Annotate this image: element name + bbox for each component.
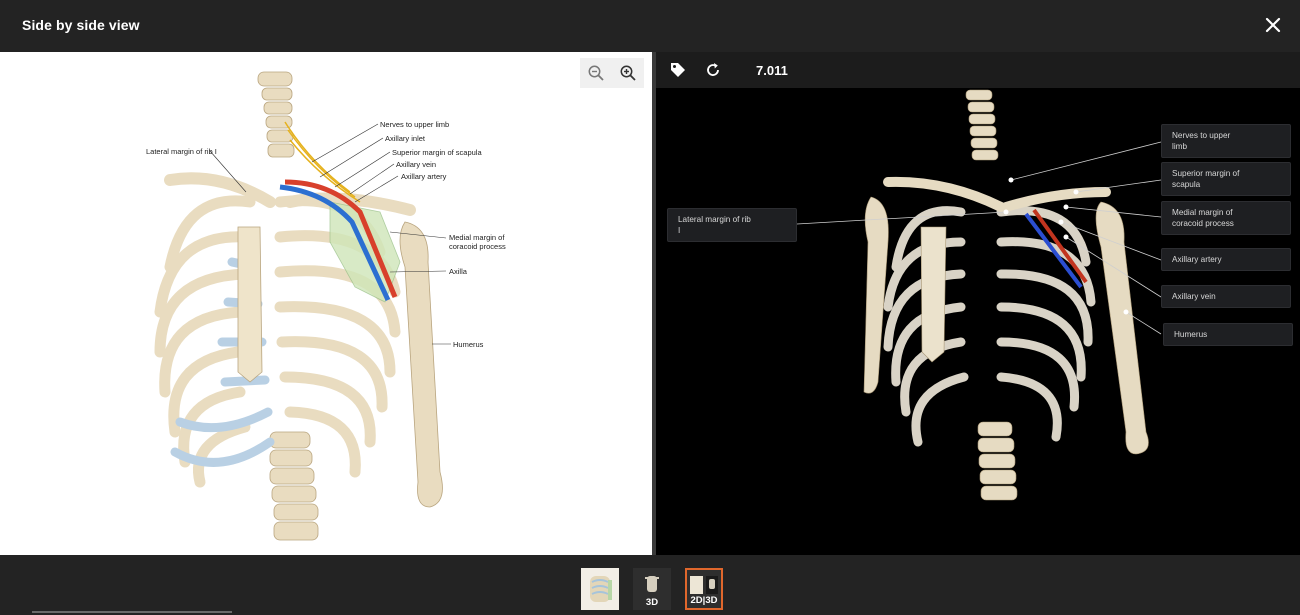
callout-text: Axillary artery bbox=[1172, 255, 1222, 264]
thumbnail-2d[interactable] bbox=[581, 568, 619, 610]
thumbnail-2d3d-selected[interactable]: 2D|3D bbox=[685, 568, 723, 610]
close-icon[interactable] bbox=[1262, 14, 1284, 36]
reset-view-icon[interactable] bbox=[704, 61, 722, 79]
label-lateral-margin-of-rib: Lateral margin of rib I bbox=[146, 147, 217, 156]
callout-text-line1: Superior margin of bbox=[1172, 169, 1240, 178]
callout-text-line2: limb bbox=[1172, 142, 1188, 151]
3d-thumbnail-image bbox=[645, 576, 659, 592]
model-toolbar: 7.011 bbox=[656, 52, 1300, 88]
label-axillary-artery: Axillary artery bbox=[401, 172, 447, 181]
label-humerus: Humerus bbox=[453, 340, 484, 349]
callout-text: Humerus bbox=[1174, 330, 1208, 339]
2d-thumbnail-image bbox=[590, 576, 612, 602]
view-switcher-bar: 3D 2D|3D bbox=[0, 555, 1300, 613]
zoom-in-icon[interactable] bbox=[619, 64, 637, 82]
header-bar: Side by side view bbox=[0, 0, 1300, 52]
callout-axillary-vein[interactable]: Axillary vein bbox=[1161, 285, 1291, 308]
label-nerves-to-upper-limb: Nerves to upper limb bbox=[380, 120, 450, 129]
thorax-illustration bbox=[154, 71, 451, 541]
label-medial-margin-line1: Medial margin of bbox=[449, 233, 505, 242]
label-medial-margin-line2: coracoid process bbox=[449, 242, 506, 251]
thumbnail-3d[interactable]: 3D bbox=[633, 568, 671, 610]
illustration-panel: Nerves to upper limb Axillary inlet Supe… bbox=[0, 52, 652, 555]
callout-nerves-to-upper-limb[interactable]: Nerves to upper limb bbox=[1161, 124, 1291, 158]
callout-medial-margin-of-coracoid[interactable]: Medial margin of coracoid process bbox=[1161, 201, 1291, 235]
label-axilla: Axilla bbox=[449, 267, 467, 276]
zoom-controls bbox=[580, 58, 644, 88]
callout-superior-margin-of-scapula[interactable]: Superior margin of scapula bbox=[1161, 162, 1291, 196]
callout-text-line2: coracoid process bbox=[1172, 219, 1234, 228]
tag-icon[interactable] bbox=[669, 61, 687, 79]
thumbnail-3d-label: 3D bbox=[645, 597, 659, 608]
callout-text-line2: scapula bbox=[1172, 180, 1201, 189]
callout-text-line1: Medial margin of bbox=[1172, 208, 1233, 217]
callout-text-line2: I bbox=[678, 226, 681, 235]
callout-lateral-margin-of-rib[interactable]: Lateral margin of rib I bbox=[667, 208, 797, 242]
3d-model-panel: 7.011 Lateral margin of rib I Nerves to … bbox=[656, 52, 1300, 555]
label-axillary-vein: Axillary vein bbox=[396, 160, 437, 169]
thumbnail-2d3d-label: 2D|3D bbox=[690, 595, 718, 606]
zoom-out-icon[interactable] bbox=[587, 64, 605, 82]
model-id: 7.011 bbox=[756, 63, 788, 78]
callout-text: Axillary vein bbox=[1172, 292, 1216, 301]
callout-axillary-artery[interactable]: Axillary artery bbox=[1161, 248, 1291, 271]
label-axillary-inlet: Axillary inlet bbox=[385, 134, 426, 143]
callout-text-line1: Nerves to upper bbox=[1172, 131, 1231, 140]
label-superior-margin-of-scapula: Superior margin of scapula bbox=[392, 148, 482, 157]
callout-text-line1: Lateral margin of rib bbox=[678, 215, 751, 224]
page-title: Side by side view bbox=[22, 17, 140, 33]
callout-humerus[interactable]: Humerus bbox=[1163, 323, 1293, 346]
